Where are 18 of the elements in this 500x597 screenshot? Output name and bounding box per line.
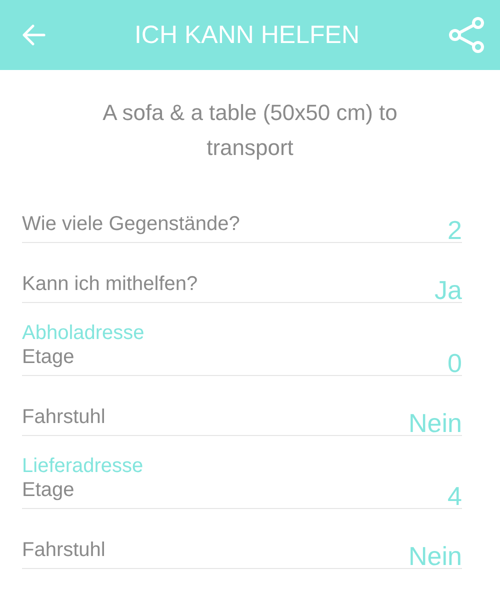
item-description: A sofa & a table (50x50 cm) to transport <box>102 99 398 162</box>
back-icon[interactable] <box>22 24 46 46</box>
field-value[interactable]: Nein <box>408 408 462 439</box>
section-heading: Lieferadresse <box>22 455 144 478</box>
screen-title: ICH KANN HELFEN <box>134 20 360 50</box>
field-label: Wie viele Gegenstände? <box>22 213 240 237</box>
field-value[interactable]: Ja <box>434 275 462 306</box>
field-label: Fahrstuhl <box>22 406 106 430</box>
share-icon[interactable] <box>448 16 486 54</box>
field-label: Fahrstuhl <box>22 539 106 563</box>
field-value[interactable]: Nein <box>408 541 462 572</box>
field-label: Kann ich mithelfen? <box>22 273 198 297</box>
field-value[interactable]: 4 <box>448 481 462 512</box>
section-heading: Abholadresse <box>22 322 144 345</box>
field-value[interactable]: 0 <box>448 348 462 379</box>
field-label: Etage <box>22 346 74 370</box>
field-label: Etage <box>22 479 74 503</box>
field-value[interactable]: 2 <box>448 215 462 246</box>
